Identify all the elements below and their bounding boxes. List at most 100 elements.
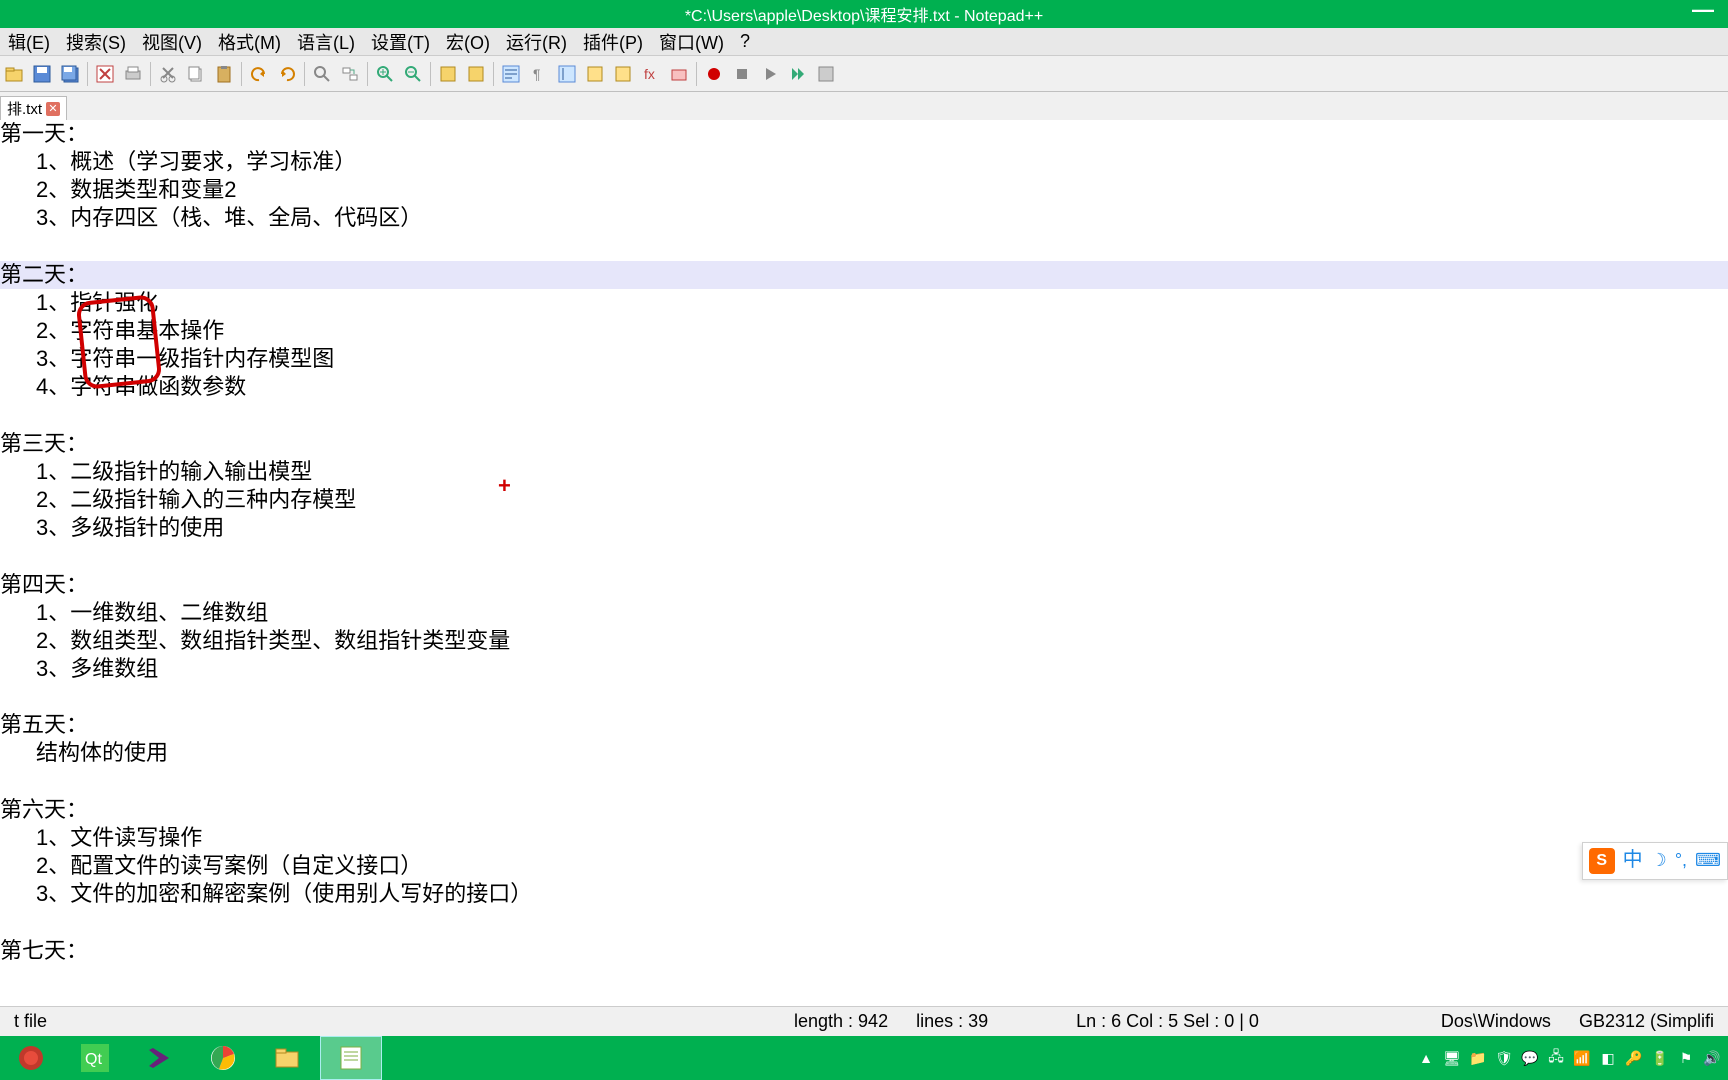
macro-save-icon[interactable] <box>813 61 839 87</box>
editor-line[interactable]: 1、概述（学习要求，学习标准） <box>0 148 1728 176</box>
tray-app-icon[interactable]: ◧ <box>1598 1048 1618 1068</box>
sync-h-icon[interactable] <box>463 61 489 87</box>
ime-keyboard-icon[interactable]: ⌨ <box>1695 849 1721 872</box>
paste-icon[interactable] <box>211 61 237 87</box>
cut-icon[interactable] <box>155 61 181 87</box>
menu-run[interactable]: 运行(R) <box>498 29 575 55</box>
menu-help[interactable]: ? <box>732 31 758 52</box>
taskbar-explorer[interactable] <box>256 1036 318 1080</box>
editor-line[interactable]: 第三天： <box>0 430 1728 458</box>
editor-line[interactable]: 4、字符串做函数参数 <box>0 373 1728 401</box>
tab-close-icon[interactable]: ✕ <box>46 102 60 116</box>
editor-line[interactable]: 3、多维数组 <box>0 655 1728 683</box>
taskbar-start[interactable] <box>0 1036 62 1080</box>
redo-icon[interactable] <box>274 61 300 87</box>
tray-key-icon[interactable]: 🔑 <box>1624 1048 1644 1068</box>
menu-format[interactable]: 格式(M) <box>210 29 289 55</box>
editor-area[interactable]: 第一天：1、概述（学习要求，学习标准）2、数据类型和变量23、内存四区（栈、堆、… <box>0 120 1728 1006</box>
editor-line[interactable] <box>0 768 1728 796</box>
copy-icon[interactable] <box>183 61 209 87</box>
func-list-icon[interactable]: fx <box>638 61 664 87</box>
zoom-out-icon[interactable] <box>400 61 426 87</box>
menu-language[interactable]: 语言(L) <box>289 29 363 55</box>
ime-moon-icon[interactable]: ☽ <box>1651 849 1667 872</box>
menu-window[interactable]: 窗口(W) <box>651 29 732 55</box>
editor-line[interactable]: 2、二级指针输入的三种内存模型 <box>0 486 1728 514</box>
lang-icon[interactable] <box>582 61 608 87</box>
wordwrap-icon[interactable] <box>498 61 524 87</box>
editor-line[interactable]: 1、二级指针的输入输出模型 <box>0 458 1728 486</box>
show-all-chars-icon[interactable]: ¶ <box>526 61 552 87</box>
menu-settings[interactable]: 设置(T) <box>363 29 438 55</box>
open-icon[interactable] <box>1 61 27 87</box>
menu-view[interactable]: 视图(V) <box>134 29 210 55</box>
macro-stop-icon[interactable] <box>729 61 755 87</box>
print-icon[interactable] <box>120 61 146 87</box>
doc-map-icon[interactable] <box>610 61 636 87</box>
close-icon[interactable] <box>92 61 118 87</box>
tray-chat-icon[interactable]: 💬 <box>1520 1048 1540 1068</box>
editor-line[interactable]: 2、配置文件的读写案例（自定义接口） <box>0 852 1728 880</box>
editor-line[interactable]: 2、数据类型和变量2 <box>0 176 1728 204</box>
toolbar-separator <box>241 62 242 86</box>
taskbar-chrome[interactable] <box>192 1036 254 1080</box>
file-tab[interactable]: 排.txt ✕ <box>0 96 67 120</box>
editor-line[interactable]: 1、指针强化 <box>0 289 1728 317</box>
taskbar-notepadpp[interactable] <box>320 1036 382 1080</box>
taskbar-qt[interactable]: Qt <box>64 1036 126 1080</box>
editor-line[interactable]: 1、文件读写操作 <box>0 824 1728 852</box>
editor-line[interactable]: 第二天： <box>0 261 1728 289</box>
macro-rec-icon[interactable] <box>701 61 727 87</box>
sync-v-icon[interactable] <box>435 61 461 87</box>
editor-line[interactable]: 1、一维数组、二维数组 <box>0 599 1728 627</box>
editor-line[interactable]: 3、文件的加密和解密案例（使用别人写好的接口） <box>0 880 1728 908</box>
tray-folder-icon[interactable]: 📁 <box>1468 1048 1488 1068</box>
tray-wifi-icon[interactable]: 📶 <box>1572 1048 1592 1068</box>
editor-line[interactable]: 2、数组类型、数组指针类型、数组指针类型变量 <box>0 627 1728 655</box>
tray-network-icon[interactable]: 🖧 <box>1546 1048 1566 1068</box>
zoom-in-icon[interactable] <box>372 61 398 87</box>
editor-line[interactable] <box>0 233 1728 261</box>
editor-line[interactable]: 第一天： <box>0 120 1728 148</box>
tray-flag-icon[interactable]: ⚑ <box>1676 1048 1696 1068</box>
save-icon[interactable] <box>29 61 55 87</box>
toolbar-separator <box>696 62 697 86</box>
menu-search[interactable]: 搜索(S) <box>58 29 134 55</box>
editor-line[interactable]: 3、字符串一级指针内存模型图 <box>0 345 1728 373</box>
find-icon[interactable] <box>309 61 335 87</box>
folder-icon[interactable] <box>666 61 692 87</box>
tray-up-icon[interactable]: ▲ <box>1416 1048 1436 1068</box>
tray-volume-icon[interactable]: 🔊 <box>1702 1048 1722 1068</box>
macro-fast-icon[interactable] <box>785 61 811 87</box>
menu-macro[interactable]: 宏(O) <box>438 29 498 55</box>
tray-battery-icon[interactable]: 🔋 <box>1650 1048 1670 1068</box>
sogou-logo-icon[interactable]: S <box>1589 848 1615 874</box>
editor-line[interactable] <box>0 683 1728 711</box>
editor-line[interactable] <box>0 542 1728 570</box>
menu-plugins[interactable]: 插件(P) <box>575 29 651 55</box>
indent-guide-icon[interactable] <box>554 61 580 87</box>
ime-punct-icon[interactable]: °, <box>1675 849 1687 872</box>
save-all-icon[interactable] <box>57 61 83 87</box>
ime-mode-cn[interactable]: 中 <box>1623 848 1643 874</box>
ime-toolbar[interactable]: S 中 ☽ °, ⌨ <box>1582 842 1728 880</box>
editor-line[interactable]: 结构体的使用 <box>0 739 1728 767</box>
editor-line[interactable]: 第七天： <box>0 937 1728 965</box>
editor-line[interactable]: 3、内存四区（栈、堆、全局、代码区） <box>0 204 1728 232</box>
editor-line[interactable]: 3、多级指针的使用 <box>0 514 1728 542</box>
status-filetype: t file <box>0 1011 780 1032</box>
tray-monitor-icon[interactable]: 🖥 <box>1442 1048 1462 1068</box>
taskbar-vs[interactable] <box>128 1036 190 1080</box>
macro-play-icon[interactable] <box>757 61 783 87</box>
editor-line[interactable] <box>0 908 1728 936</box>
replace-icon[interactable] <box>337 61 363 87</box>
editor-line[interactable]: 第六天： <box>0 796 1728 824</box>
minimize-button[interactable]: — <box>1692 4 1714 16</box>
tray-shield-icon[interactable]: 🛡 <box>1494 1048 1514 1068</box>
editor-line[interactable]: 第四天： <box>0 571 1728 599</box>
menu-edit[interactable]: 辑(E) <box>0 29 58 55</box>
undo-icon[interactable] <box>246 61 272 87</box>
editor-line[interactable]: 2、字符串基本操作 <box>0 317 1728 345</box>
editor-line[interactable] <box>0 402 1728 430</box>
editor-line[interactable]: 第五天： <box>0 711 1728 739</box>
